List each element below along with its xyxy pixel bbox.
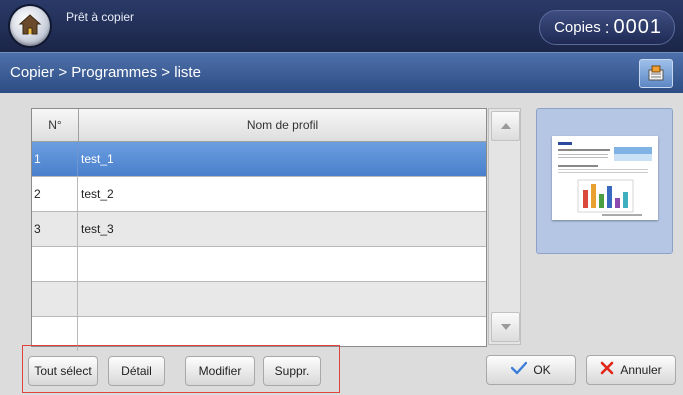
row-number — [32, 247, 78, 281]
row-number: 1 — [32, 142, 78, 176]
row-profile-name: test_2 — [81, 187, 114, 201]
delete-label: Suppr. — [274, 364, 310, 378]
delete-button[interactable]: Suppr. — [263, 356, 321, 386]
profile-table: N° Nom de profil 1 test_1 2 test_2 3 tes… — [31, 108, 487, 351]
job-status-button[interactable] — [639, 59, 673, 88]
home-icon — [18, 14, 42, 35]
table-row[interactable]: 2 test_2 — [32, 177, 486, 212]
table-row-empty — [32, 247, 486, 282]
row-number: 2 — [32, 177, 78, 211]
table-scrollbar[interactable] — [488, 108, 521, 345]
document-icon — [648, 65, 664, 81]
cancel-label: Annuler — [620, 363, 662, 377]
detail-button[interactable]: Détail — [108, 356, 165, 386]
copies-separator: : — [604, 17, 610, 37]
row-number — [32, 282, 78, 316]
row-number: 3 — [32, 212, 78, 246]
action-button-group: Tout sélect Détail Modifier Suppr. — [22, 345, 340, 393]
row-profile-name — [78, 247, 486, 281]
nav-bar: Copier > Programmes > liste — [0, 52, 683, 93]
top-bar: Prêt à copier Copies : 0001 — [0, 0, 683, 52]
detail-label: Détail — [121, 364, 152, 378]
select-all-label: Tout sélect — [34, 364, 92, 378]
copies-value: 0001 — [613, 16, 662, 38]
modify-button[interactable]: Modifier — [185, 356, 255, 386]
modify-label: Modifier — [198, 364, 242, 378]
copies-label: Copies — [554, 19, 601, 36]
triangle-down-icon — [500, 324, 511, 330]
table-row-selected[interactable]: 1 test_1 — [32, 142, 486, 177]
scroll-down-button[interactable] — [491, 312, 520, 342]
preview-image — [558, 142, 652, 216]
cancel-button[interactable]: Annuler — [586, 355, 676, 385]
triangle-up-icon — [500, 123, 511, 129]
select-all-button[interactable]: Tout sélect — [28, 356, 98, 386]
column-name-header[interactable]: Nom de profil — [79, 109, 486, 141]
scroll-up-button[interactable] — [491, 111, 520, 141]
document-preview-thumbnail — [552, 136, 658, 220]
table-row-empty — [32, 282, 486, 317]
copies-counter: Copies : 0001 — [539, 10, 675, 45]
home-button[interactable] — [10, 6, 50, 46]
row-profile-name: test_3 — [81, 222, 114, 236]
status-text: Prêt à copier — [66, 10, 135, 24]
ok-label: OK — [533, 363, 551, 377]
x-icon — [600, 361, 614, 379]
checkmark-icon — [511, 361, 528, 379]
column-number-header: N° — [32, 109, 79, 141]
table-row[interactable]: 3 test_3 — [32, 212, 486, 247]
row-profile-name — [78, 282, 486, 316]
ok-button[interactable]: OK — [486, 355, 576, 385]
breadcrumb: Copier > Programmes > liste — [10, 64, 201, 81]
table-header: N° Nom de profil — [32, 109, 486, 142]
preview-panel — [536, 108, 673, 254]
row-profile-name: test_1 — [81, 152, 114, 166]
